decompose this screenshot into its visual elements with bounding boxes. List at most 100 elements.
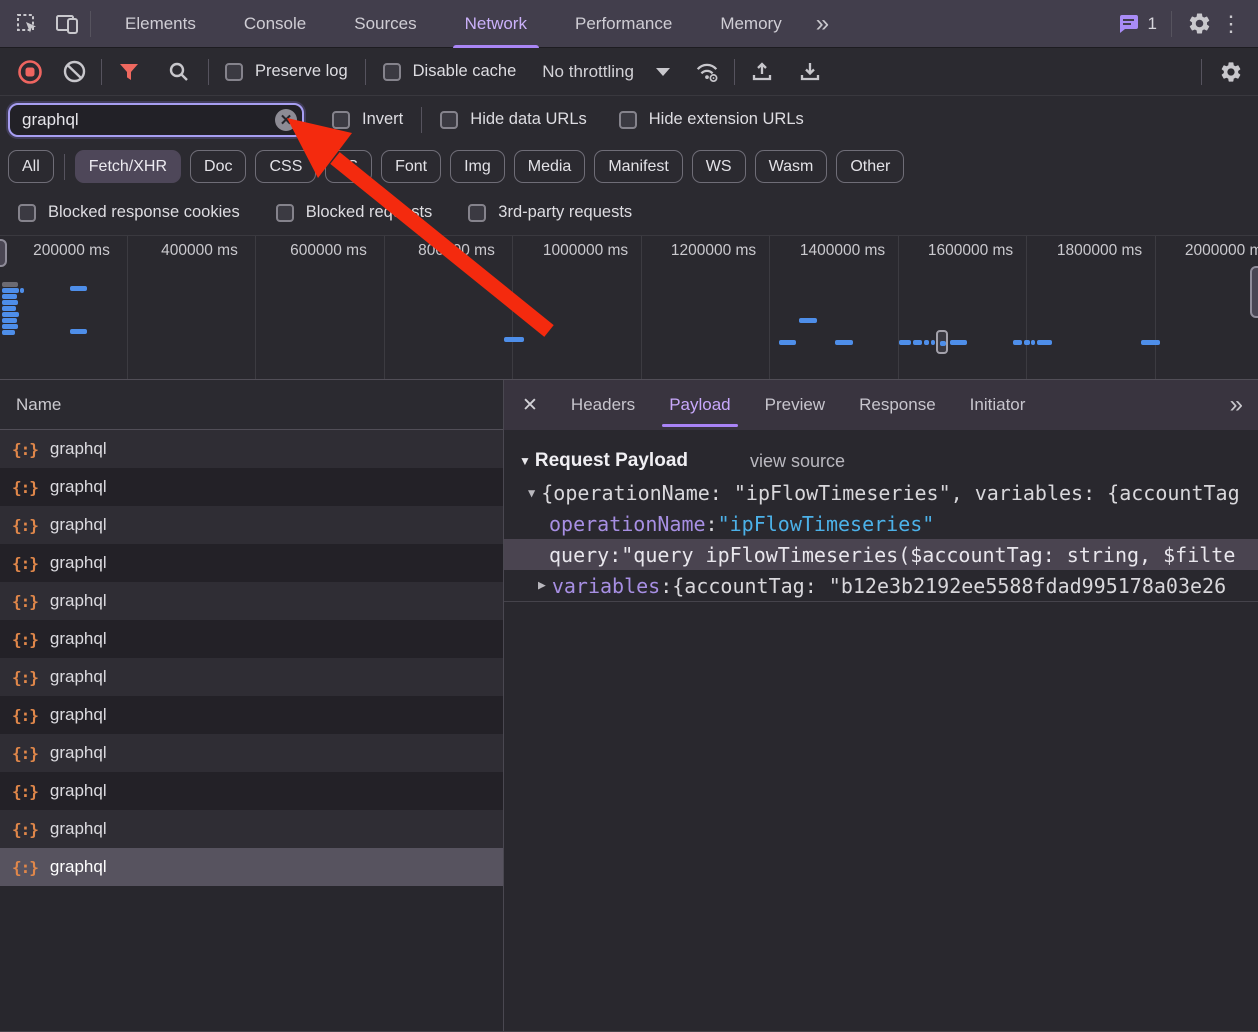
request-row[interactable]: {:}graphql	[0, 734, 503, 772]
hide-data-urls-checkbox[interactable]	[440, 111, 458, 129]
request-bar	[2, 312, 19, 317]
disable-cache-checkbox[interactable]	[383, 63, 401, 81]
detail-tab-response[interactable]: Response	[842, 380, 953, 430]
chip-all[interactable]: All	[8, 150, 54, 183]
request-row[interactable]: {:}graphql	[0, 544, 503, 582]
tab-console[interactable]: Console	[220, 0, 330, 48]
view-source-toggle[interactable]: view source	[750, 451, 845, 472]
request-row-selected[interactable]: {:}graphql	[0, 848, 503, 886]
selected-request-marker	[936, 330, 948, 354]
request-row[interactable]: {:}graphql	[0, 620, 503, 658]
search-icon[interactable]	[166, 59, 192, 85]
third-party-requests-checkbox[interactable]	[468, 204, 486, 222]
record-network-log-icon[interactable]	[17, 59, 43, 85]
hide-extension-urls-checkbox[interactable]	[619, 111, 637, 129]
disable-cache-checkbox-group[interactable]: Disable cache	[383, 62, 517, 81]
chip-ws[interactable]: WS	[692, 150, 746, 183]
blocked-response-cookies-checkbox-group[interactable]: Blocked response cookies	[18, 203, 240, 222]
disable-cache-label: Disable cache	[413, 62, 517, 81]
clear-network-log-icon[interactable]	[61, 59, 87, 85]
filter-funnel-icon[interactable]	[116, 59, 142, 85]
chip-css[interactable]: CSS	[255, 150, 316, 183]
request-name: graphql	[50, 477, 107, 497]
payload-root-row[interactable]: ▼ {operationName: "ipFlowTimeseries", va…	[504, 477, 1258, 508]
chip-doc[interactable]: Doc	[190, 150, 246, 183]
detail-tab-initiator[interactable]: Initiator	[953, 380, 1043, 430]
tab-sources[interactable]: Sources	[330, 0, 440, 48]
hide-data-urls-checkbox-group[interactable]: Hide data URLs	[440, 110, 586, 129]
issues-message-icon[interactable]	[1115, 11, 1141, 37]
request-bar	[20, 288, 24, 293]
third-party-requests-checkbox-group[interactable]: 3rd-party requests	[468, 203, 632, 222]
overview-right-handle[interactable]	[1250, 266, 1258, 318]
inspect-element-icon[interactable]	[14, 11, 40, 37]
invert-checkbox-group[interactable]: Invert	[332, 110, 403, 129]
chip-fetch-xhr[interactable]: Fetch/XHR	[75, 150, 181, 183]
request-bar	[1031, 340, 1035, 345]
request-row[interactable]: {:} graphql	[0, 430, 503, 468]
device-toolbar-icon[interactable]	[54, 11, 80, 37]
throttling-dropdown[interactable]: No throttling	[542, 62, 670, 82]
hide-data-urls-label: Hide data URLs	[470, 110, 586, 129]
tab-network[interactable]: Network	[441, 0, 551, 48]
payload-entry-operation-name[interactable]: operationName: "ipFlowTimeseries"	[504, 508, 1258, 539]
request-row[interactable]: {:}graphql	[0, 810, 503, 848]
blocked-response-cookies-checkbox[interactable]	[18, 204, 36, 222]
filter-input[interactable]	[8, 103, 304, 137]
key-value-separator: :	[609, 543, 621, 567]
overview-left-handle[interactable]	[0, 239, 7, 267]
chip-other[interactable]: Other	[836, 150, 904, 183]
request-payload-title: Request Payload	[535, 450, 688, 472]
request-row[interactable]: {:}graphql	[0, 658, 503, 696]
import-har-icon[interactable]	[749, 59, 775, 85]
timeline-tick: 1800000 ms	[1035, 242, 1164, 260]
kebab-menu-icon[interactable]: ⋮	[1212, 11, 1250, 37]
network-conditions-icon[interactable]	[694, 59, 720, 85]
tab-elements[interactable]: Elements	[101, 0, 220, 48]
request-payload-section-header[interactable]: ▼ Request Payload view source	[504, 445, 1258, 477]
network-settings-gear-icon[interactable]	[1218, 59, 1244, 85]
request-row[interactable]: {:}graphql	[0, 772, 503, 810]
payload-entry-query[interactable]: query: "query ipFlowTimeseries($accountT…	[504, 539, 1258, 570]
chip-js[interactable]: JS	[325, 150, 372, 183]
preserve-log-checkbox-group[interactable]: Preserve log	[225, 62, 348, 81]
clear-filter-icon[interactable]: ✕	[275, 109, 297, 131]
request-bar	[779, 340, 796, 345]
chip-media[interactable]: Media	[514, 150, 586, 183]
request-bar	[899, 340, 911, 345]
chip-wasm[interactable]: Wasm	[755, 150, 828, 183]
expand-triangle-icon[interactable]: ▼	[528, 486, 535, 500]
request-bar	[1037, 340, 1052, 345]
network-overview-timeline[interactable]: 200000 ms 400000 ms 600000 ms 800000 ms …	[0, 235, 1258, 380]
request-name: graphql	[50, 439, 107, 459]
json-request-icon: {:}	[12, 820, 38, 839]
preserve-log-checkbox[interactable]	[225, 63, 243, 81]
settings-gear-icon[interactable]	[1186, 11, 1212, 37]
detail-tab-preview[interactable]: Preview	[748, 380, 842, 430]
detail-tab-headers[interactable]: Headers	[554, 380, 652, 430]
blocked-requests-checkbox-group[interactable]: Blocked requests	[276, 203, 433, 222]
close-details-icon[interactable]: ✕	[504, 394, 554, 417]
name-column-header[interactable]: Name	[0, 380, 503, 430]
tab-memory[interactable]: Memory	[696, 0, 805, 48]
more-detail-tabs-icon[interactable]: »	[1220, 391, 1258, 419]
invert-checkbox[interactable]	[332, 111, 350, 129]
request-row[interactable]: {:}graphql	[0, 582, 503, 620]
request-row[interactable]: {:}graphql	[0, 506, 503, 544]
json-request-icon: {:}	[12, 440, 38, 459]
collapse-triangle-icon[interactable]: ▼	[519, 454, 531, 468]
chip-manifest[interactable]: Manifest	[594, 150, 682, 183]
detail-tab-payload[interactable]: Payload	[652, 380, 747, 430]
chip-font[interactable]: Font	[381, 150, 441, 183]
hide-extension-urls-checkbox-group[interactable]: Hide extension URLs	[619, 110, 804, 129]
expand-triangle-icon[interactable]: ▶	[538, 578, 546, 593]
preserve-log-label: Preserve log	[255, 62, 348, 81]
tab-performance[interactable]: Performance	[551, 0, 696, 48]
request-row[interactable]: {:}graphql	[0, 696, 503, 734]
more-tabs-icon[interactable]: »	[806, 10, 836, 38]
request-row[interactable]: {:}graphql	[0, 468, 503, 506]
export-har-icon[interactable]	[797, 59, 823, 85]
blocked-requests-checkbox[interactable]	[276, 204, 294, 222]
payload-entry-variables[interactable]: ▶ variables: {accountTag: "b12e3b2192ee5…	[504, 570, 1258, 601]
chip-img[interactable]: Img	[450, 150, 505, 183]
